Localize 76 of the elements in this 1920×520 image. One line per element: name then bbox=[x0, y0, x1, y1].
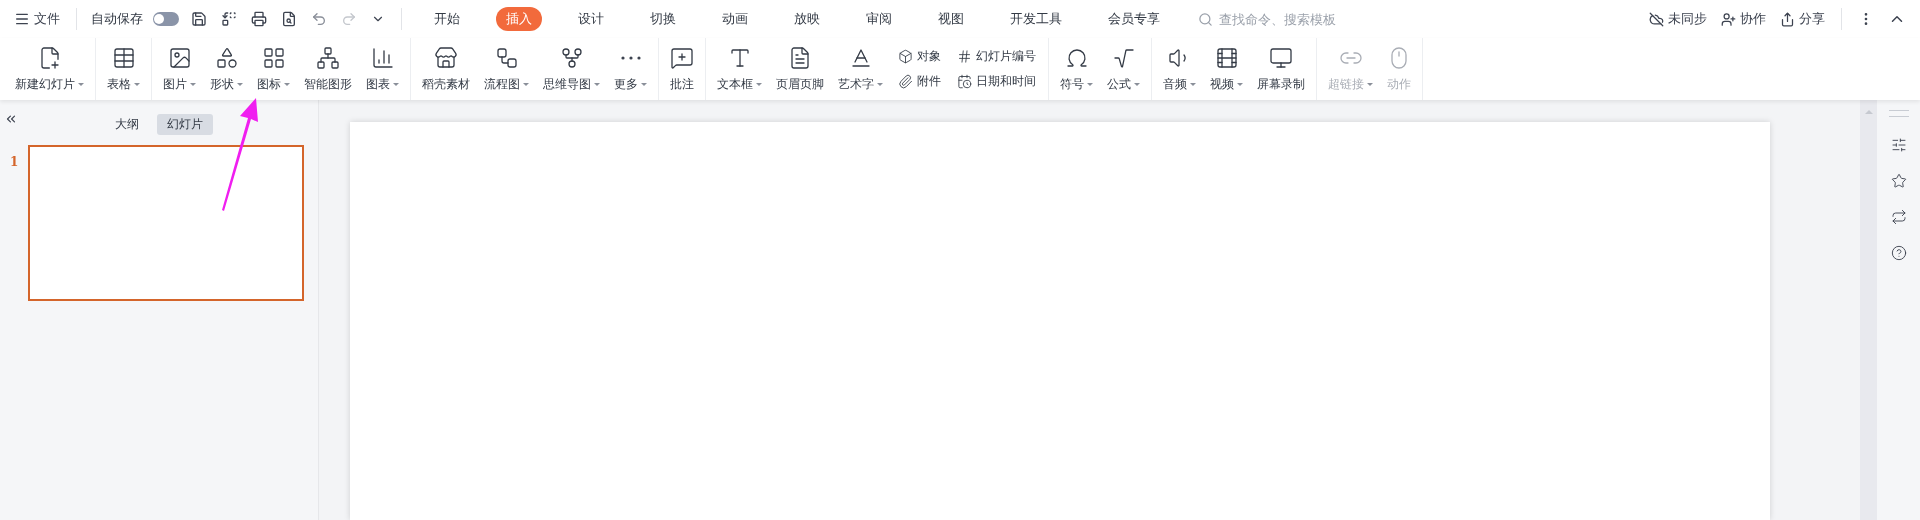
ribbon-button[interactable]: 文本框 bbox=[712, 41, 767, 97]
ribbon-button[interactable]: 流程图 bbox=[479, 41, 534, 97]
ribbon-button[interactable]: 图片 bbox=[158, 41, 201, 97]
ribbon-button[interactable]: 图表 bbox=[361, 41, 404, 97]
menu-tab[interactable]: 切换 bbox=[640, 7, 686, 31]
help-icon[interactable] bbox=[1890, 245, 1907, 261]
star-icon[interactable] bbox=[1890, 173, 1907, 189]
table-icon bbox=[111, 45, 136, 70]
ribbon-button[interactable]: 稻壳素材 bbox=[417, 41, 475, 97]
film-icon bbox=[1214, 45, 1239, 70]
ribbon-button[interactable]: 更多 bbox=[609, 41, 652, 97]
ribbon-button[interactable]: 屏幕录制 bbox=[1252, 41, 1310, 97]
autosave-label: 自动保存 bbox=[91, 10, 143, 28]
ribbon-button[interactable]: 对象 bbox=[896, 47, 943, 66]
grip-icon[interactable] bbox=[1888, 110, 1909, 117]
ribbon-button[interactable]: 智能图形 bbox=[299, 41, 357, 97]
sync-button[interactable]: 未同步 bbox=[1647, 8, 1709, 30]
ribbon-button[interactable]: 形状 bbox=[205, 41, 248, 97]
slide-thumbnail[interactable] bbox=[28, 145, 304, 301]
ribbon-button[interactable]: 公式 bbox=[1102, 41, 1145, 97]
flowchart-icon bbox=[494, 45, 519, 70]
person-add-icon bbox=[1721, 11, 1736, 27]
save-icon[interactable] bbox=[189, 9, 209, 29]
menu-tab[interactable]: 开发工具 bbox=[1000, 7, 1072, 31]
file-menu[interactable]: 文件 bbox=[12, 8, 62, 30]
menu-icon bbox=[14, 11, 30, 27]
search-field[interactable]: 查找命令、搜索模板 bbox=[1198, 10, 1371, 28]
icon-grid-icon bbox=[261, 45, 286, 70]
shapes-icon bbox=[214, 45, 239, 70]
ribbon-button[interactable]: 音频 bbox=[1158, 41, 1201, 97]
ribbon-button[interactable]: 图标 bbox=[252, 41, 295, 97]
collaborate-button[interactable]: 协作 bbox=[1719, 8, 1768, 30]
menu-tab[interactable]: 开始 bbox=[424, 7, 470, 31]
convert-icon[interactable] bbox=[219, 9, 239, 29]
ribbon-button[interactable]: 艺术字 bbox=[833, 41, 888, 97]
diagram-icon bbox=[316, 45, 340, 70]
panel-tab[interactable]: 大纲 bbox=[105, 114, 149, 135]
panel-tab[interactable]: 幻灯片 bbox=[157, 114, 213, 135]
menu-tab[interactable]: 视图 bbox=[928, 7, 974, 31]
ribbon-button[interactable]: 符号 bbox=[1055, 41, 1098, 97]
ribbon-button[interactable]: 幻灯片编号 bbox=[955, 47, 1038, 66]
store-icon bbox=[434, 45, 458, 70]
ribbon-button[interactable]: 视频 bbox=[1205, 41, 1248, 97]
cloud-icon bbox=[1649, 11, 1664, 27]
calendar-icon bbox=[957, 74, 972, 89]
ribbon-button[interactable]: 思维导图 bbox=[538, 41, 605, 97]
print-icon[interactable] bbox=[249, 9, 269, 29]
search-icon bbox=[1198, 11, 1213, 27]
ribbon-button[interactable]: 附件 bbox=[896, 72, 943, 91]
autosave-toggle[interactable] bbox=[153, 12, 179, 26]
scrollbar[interactable] bbox=[1860, 100, 1877, 520]
menu-tab[interactable]: 放映 bbox=[784, 7, 830, 31]
monitor-icon bbox=[1269, 45, 1293, 70]
paperclip-icon bbox=[898, 74, 913, 89]
ribbon-button[interactable]: 页眉页脚 bbox=[771, 41, 829, 97]
share-button[interactable]: 分享 bbox=[1778, 8, 1827, 30]
settings-icon[interactable] bbox=[1890, 137, 1907, 153]
cube-icon bbox=[898, 49, 913, 64]
menu-tab[interactable]: 动画 bbox=[712, 7, 758, 31]
ribbon-button[interactable]: 批注 bbox=[665, 41, 699, 97]
share-icon bbox=[1780, 11, 1795, 27]
image-icon bbox=[167, 45, 192, 70]
menu-tab[interactable]: 审阅 bbox=[856, 7, 902, 31]
ribbon-button[interactable]: 新建幻灯片 bbox=[10, 41, 89, 97]
hash-icon bbox=[957, 49, 972, 64]
ribbon-button[interactable]: 日期和时间 bbox=[955, 72, 1038, 91]
comment-icon bbox=[670, 45, 694, 70]
mind-map-icon bbox=[559, 45, 584, 70]
swap-icon[interactable] bbox=[1890, 209, 1907, 225]
menu-tab[interactable]: 会员专享 bbox=[1098, 7, 1170, 31]
page-icon bbox=[788, 45, 812, 70]
menu-tab[interactable]: 设计 bbox=[568, 7, 614, 31]
ellipsis-icon bbox=[620, 55, 641, 60]
ribbon-button[interactable]: 表格 bbox=[102, 41, 145, 97]
slide-number: 1 bbox=[10, 154, 20, 171]
collapse-panel-icon[interactable] bbox=[4, 112, 18, 126]
